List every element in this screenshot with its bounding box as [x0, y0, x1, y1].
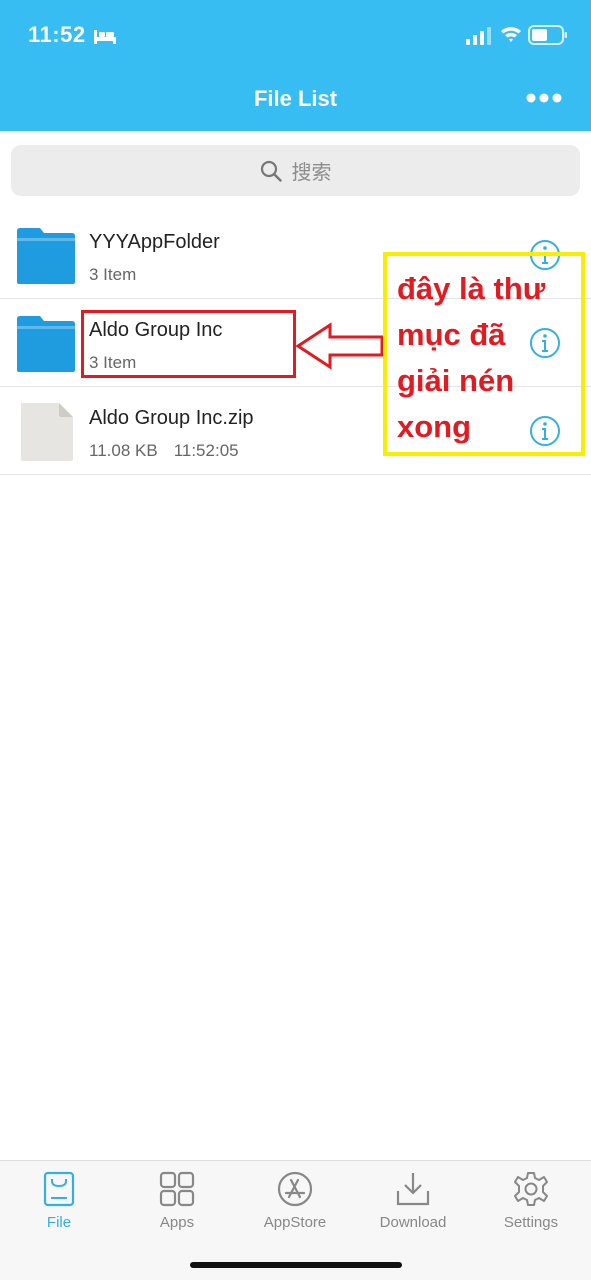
folder-icon	[17, 316, 75, 372]
file-meta: 11.08 KB 11:52:05	[89, 441, 239, 461]
folder-icon	[17, 228, 75, 284]
search-icon	[260, 160, 282, 182]
page-title: File List	[253, 86, 338, 111]
highlight-box	[81, 310, 296, 378]
annotation-line: đây là thư	[397, 271, 546, 306]
wifi-icon	[501, 27, 521, 42]
search-placeholder: 搜索	[291, 162, 332, 184]
file-meta: 3 Item	[89, 265, 137, 284]
tab-label: Settings	[503, 1214, 559, 1231]
tab-label: Download	[379, 1214, 447, 1231]
file-tab-icon	[43, 1171, 75, 1207]
signal-icon	[466, 27, 491, 45]
tab-settings[interactable]: Settings	[472, 1161, 590, 1241]
tab-appstore[interactable]: AppStore	[236, 1161, 354, 1241]
file-name: Aldo Group Inc.zip	[89, 407, 254, 429]
tab-label: AppStore	[263, 1214, 327, 1231]
annotation-line: mục đã	[397, 317, 506, 352]
tab-apps[interactable]: Apps	[118, 1161, 236, 1241]
tab-download[interactable]: Download	[354, 1161, 472, 1241]
document-icon	[21, 403, 73, 461]
tab-label: File	[46, 1214, 72, 1231]
home-indicator	[190, 1262, 402, 1268]
more-icon[interactable]	[526, 92, 562, 104]
file-name: YYYAppFolder	[89, 231, 220, 253]
annotation-line: xong	[397, 409, 472, 444]
search-input[interactable]: 搜索	[11, 145, 580, 196]
tab-label: Apps	[159, 1214, 195, 1231]
apps-grid-icon	[159, 1171, 195, 1207]
bed-icon	[94, 30, 116, 44]
annotation-line: giải nén	[397, 363, 515, 398]
status-time: 11:52	[28, 22, 86, 47]
gear-icon	[514, 1172, 548, 1206]
appstore-icon	[277, 1171, 313, 1207]
annotation-box: đây là thư mục đã giải nén xong	[383, 252, 585, 456]
download-icon	[396, 1173, 430, 1206]
file-size: 11.08 KB	[89, 441, 158, 460]
top-bar: 11:52 File List	[0, 0, 591, 131]
battery-icon	[528, 25, 567, 45]
arrow-left-icon	[296, 322, 384, 370]
file-time: 11:52:05	[173, 441, 239, 460]
tab-file[interactable]: File	[0, 1161, 118, 1241]
